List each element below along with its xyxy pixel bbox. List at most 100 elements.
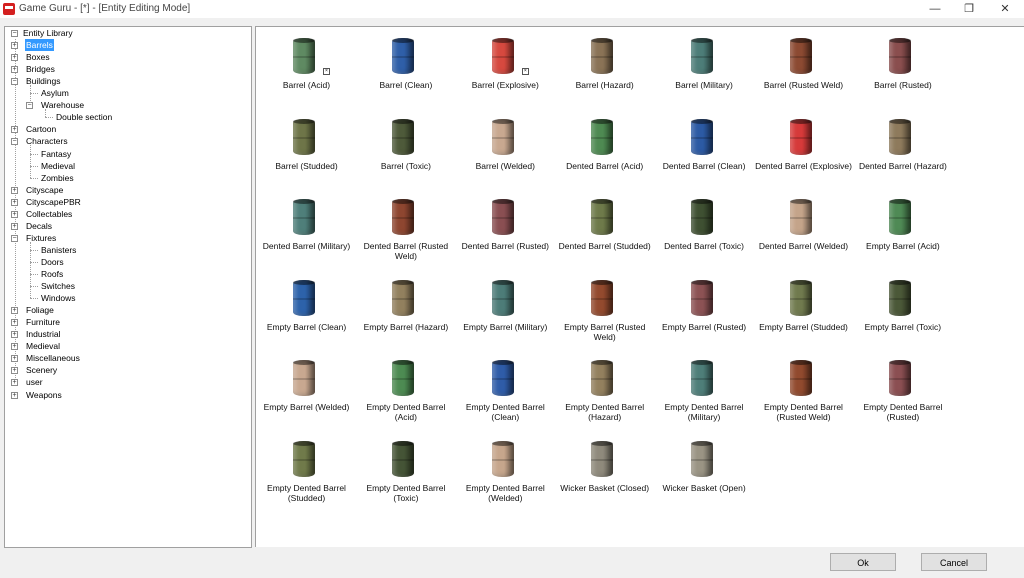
expand-icon[interactable]: + — [11, 355, 18, 363]
tree-item[interactable]: Roofs — [5, 268, 245, 280]
expand-icon[interactable]: + — [11, 391, 18, 399]
entity-item[interactable]: Dented Barrel (Acid) — [555, 113, 654, 193]
collapse-icon[interactable]: − — [11, 234, 18, 242]
tree-item[interactable]: Asylum — [5, 87, 245, 99]
entity-item[interactable]: Dented Barrel (Studded) — [555, 193, 654, 273]
minimize-button[interactable]: — — [918, 0, 952, 18]
tree-item[interactable]: Switches — [5, 280, 245, 292]
expand-icon[interactable]: + — [11, 307, 18, 315]
expand-icon[interactable]: + — [11, 54, 18, 62]
expand-icon[interactable]: + — [11, 222, 18, 230]
entity-item[interactable]: Empty Dented Barrel (Rusted) — [853, 354, 952, 434]
expand-icon[interactable]: + — [11, 126, 18, 134]
entity-item[interactable]: Empty Barrel (Rusted) — [655, 274, 754, 354]
entity-item[interactable]: Barrel (Clean) — [356, 32, 455, 112]
tree-item[interactable]: + Cityscape — [5, 184, 245, 196]
entity-item[interactable]: Dented Barrel (Hazard) — [853, 113, 952, 193]
tree-item[interactable]: + Decals — [5, 220, 245, 232]
entity-item[interactable]: Barrel (Welded) — [456, 113, 555, 193]
entity-item[interactable]: Empty Dented Barrel (Studded) — [257, 435, 356, 515]
entity-item[interactable]: Dented Barrel (Toxic) — [655, 193, 754, 273]
entity-item[interactable]: Empty Dented Barrel (Toxic) — [356, 435, 455, 515]
expand-icon[interactable]: + — [11, 42, 18, 50]
close-button[interactable]: ✕ — [988, 0, 1022, 18]
tree-item[interactable]: + user — [5, 376, 245, 388]
maximize-button[interactable]: ❐ — [952, 0, 986, 18]
collapse-icon[interactable]: − — [11, 30, 18, 37]
tree-item[interactable]: + Weapons — [5, 389, 245, 401]
entity-item[interactable]: Empty Barrel (Acid) — [853, 193, 952, 273]
entity-item[interactable]: × Barrel (Explosive) — [456, 32, 555, 112]
tree-item-label: Medieval — [26, 341, 61, 352]
entity-item[interactable]: Dented Barrel (Clean) — [655, 113, 754, 193]
entity-item[interactable]: Empty Dented Barrel (Acid) — [356, 354, 455, 434]
expand-icon[interactable]: + — [11, 343, 18, 351]
tree-item-label: Industrial — [26, 329, 61, 340]
tree-item[interactable]: − Warehouse — [5, 99, 245, 111]
expand-icon[interactable]: + — [11, 66, 18, 74]
tree-item[interactable]: Windows — [5, 292, 245, 304]
expand-icon[interactable]: + — [11, 367, 18, 375]
tree-item[interactable]: − Buildings — [5, 75, 245, 87]
entity-item[interactable]: Empty Barrel (Rusted Weld) — [555, 274, 654, 354]
entity-item[interactable]: Empty Dented Barrel (Welded) — [456, 435, 555, 515]
entity-item[interactable]: Empty Barrel (Toxic) — [853, 274, 952, 354]
entity-item[interactable]: Empty Barrel (Welded) — [257, 354, 356, 434]
entity-item[interactable]: Dented Barrel (Welded) — [754, 193, 853, 273]
tree-item[interactable]: + CityscapePBR — [5, 196, 245, 208]
entity-item[interactable]: Empty Dented Barrel (Clean) — [456, 354, 555, 434]
entity-item[interactable]: Dented Barrel (Rusted Weld) — [356, 193, 455, 273]
tree-item[interactable]: + Bridges — [5, 63, 245, 75]
entity-item[interactable]: Wicker Basket (Open) — [655, 435, 754, 515]
entity-item[interactable]: Barrel (Rusted Weld) — [754, 32, 853, 112]
tree-item[interactable]: − Fixtures — [5, 232, 245, 244]
entity-item[interactable]: Dented Barrel (Explosive) — [754, 113, 853, 193]
tree-item[interactable]: + Cartoon — [5, 123, 245, 135]
expand-icon[interactable]: + — [11, 210, 18, 218]
tree-item[interactable]: Medieval — [5, 160, 245, 172]
tree-item[interactable]: + Furniture — [5, 316, 245, 328]
entity-item[interactable]: Barrel (Toxic) — [356, 113, 455, 193]
tree-item[interactable]: + Barrels — [5, 39, 245, 52]
entity-item[interactable]: × Barrel (Acid) — [257, 32, 356, 112]
entity-item[interactable]: Empty Dented Barrel (Hazard) — [555, 354, 654, 434]
tree-item[interactable]: + Collectables — [5, 208, 245, 220]
tree-item[interactable]: Zombies — [5, 172, 245, 184]
entity-item[interactable]: Empty Barrel (Studded) — [754, 274, 853, 354]
tree-item[interactable]: − Characters — [5, 135, 245, 147]
entity-item[interactable]: Barrel (Rusted) — [853, 32, 952, 112]
entity-grid[interactable]: × Barrel (Acid) Barrel (Clean) × Barrel (Exp… — [255, 26, 1024, 547]
entity-item[interactable]: Empty Dented Barrel (Rusted Weld) — [754, 354, 853, 434]
tree-item[interactable]: Fantasy — [5, 148, 245, 160]
tree-item[interactable]: + Scenery — [5, 364, 245, 376]
entity-label: Dented Barrel (Rusted) — [461, 241, 549, 251]
entity-item[interactable]: Empty Barrel (Hazard) — [356, 274, 455, 354]
entity-item[interactable]: Dented Barrel (Military) — [257, 193, 356, 273]
tree-item[interactable]: Double section — [5, 111, 245, 123]
entity-item[interactable]: Empty Barrel (Military) — [456, 274, 555, 354]
entity-item[interactable]: Wicker Basket (Closed) — [555, 435, 654, 515]
ok-button[interactable]: Ok — [830, 553, 896, 571]
tree-item[interactable]: Doors — [5, 256, 245, 268]
expand-icon[interactable]: + — [11, 186, 18, 194]
expand-icon[interactable]: + — [11, 331, 18, 339]
entity-item[interactable]: Empty Dented Barrel (Military) — [655, 354, 754, 434]
entity-item[interactable]: Dented Barrel (Rusted) — [456, 193, 555, 273]
tree-item[interactable]: Banisters — [5, 244, 245, 256]
entity-library-tree[interactable]: − Entity Library + Barrels + Boxes + Bridges − Bu… — [4, 26, 252, 548]
entity-item[interactable]: Barrel (Military) — [655, 32, 754, 112]
cancel-button[interactable]: Cancel — [921, 553, 987, 571]
tree-item[interactable]: + Miscellaneous — [5, 352, 245, 364]
collapse-icon[interactable]: − — [11, 138, 18, 146]
entity-item[interactable]: Barrel (Studded) — [257, 113, 356, 193]
tree-item[interactable]: + Medieval — [5, 340, 245, 352]
tree-item[interactable]: + Boxes — [5, 51, 245, 63]
expand-icon[interactable]: + — [11, 319, 18, 327]
tree-item[interactable]: + Industrial — [5, 328, 245, 340]
expand-icon[interactable]: + — [11, 198, 18, 206]
tree-item[interactable]: + Foliage — [5, 304, 245, 316]
entity-item[interactable]: Empty Barrel (Clean) — [257, 274, 356, 354]
entity-item[interactable]: Barrel (Hazard) — [555, 32, 654, 112]
expand-icon[interactable]: + — [11, 379, 18, 387]
collapse-icon[interactable]: − — [11, 78, 18, 86]
